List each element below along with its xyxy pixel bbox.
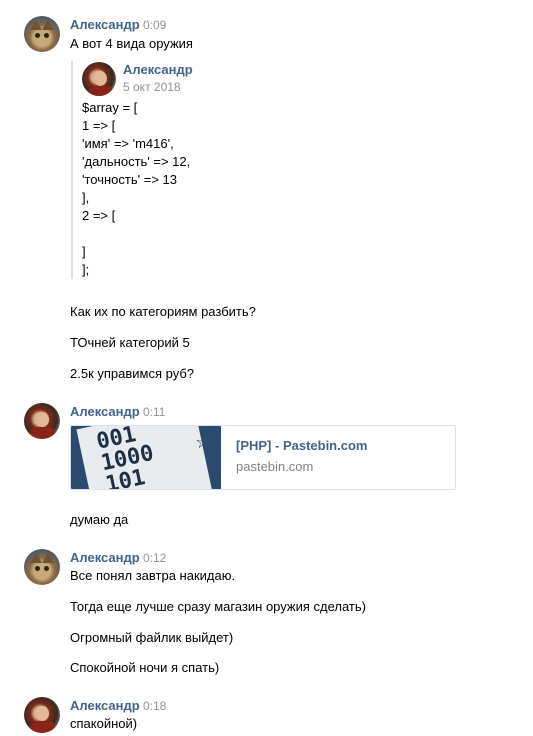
code-line: ]; xyxy=(82,262,90,277)
message-time[interactable]: 0:18 xyxy=(143,699,166,713)
code-line: 1 => [ xyxy=(82,118,116,133)
author-name[interactable]: Александр xyxy=(70,17,140,32)
message-text: Тогда еще лучше сразу магазин оружия сде… xyxy=(70,599,366,614)
message-text: Спокойной ночи я спать) xyxy=(70,660,220,675)
forward-avatar[interactable] xyxy=(82,62,116,96)
link-domain: pastebin.com xyxy=(236,459,314,474)
message-text: ТОчней категорий 5 xyxy=(70,335,190,350)
message-text: спакойной) xyxy=(70,716,138,731)
message-text: Огромный файлик выйдет) xyxy=(70,630,234,645)
star-icon: ☆ xyxy=(195,432,212,452)
code-line: ] xyxy=(82,244,86,259)
message-text: 2.5к управимся руб? xyxy=(70,366,195,381)
quote-bar xyxy=(71,61,73,279)
message-time[interactable]: 0:11 xyxy=(143,405,165,419)
message-text: А вот 4 вида оружия xyxy=(70,36,193,51)
message-text: Как их по категориям разбить? xyxy=(70,304,256,319)
author-name[interactable]: Александр xyxy=(70,698,140,713)
forward-date: 5 окт 2018 xyxy=(123,80,181,94)
link-attachment[interactable]: 001 1000 101 ☆ [PHP] - Pastebin.com past… xyxy=(70,425,456,490)
forward-author[interactable]: Александр xyxy=(123,62,193,77)
code-line: $array = [ xyxy=(82,100,138,115)
code-line: 2 => [ xyxy=(82,208,116,223)
link-title[interactable]: [PHP] - Pastebin.com xyxy=(236,438,367,453)
message-text: Все понял завтра накидаю. xyxy=(70,568,236,583)
code-line: 'имя' => 'm416', xyxy=(82,136,174,151)
message-time[interactable]: 0:09 xyxy=(143,18,166,32)
author-name[interactable]: Александр xyxy=(70,550,140,565)
avatar-cat[interactable] xyxy=(24,549,60,585)
avatar-cat[interactable] xyxy=(24,16,60,52)
code-line: 'точность' => 13 xyxy=(82,172,177,187)
avatar-person[interactable] xyxy=(24,697,60,733)
author-name[interactable]: Александр xyxy=(70,404,140,419)
link-thumbnail: 001 1000 101 ☆ xyxy=(71,426,221,489)
message-text: думаю да xyxy=(70,512,129,527)
code-line: 'дальность' => 12, xyxy=(82,154,191,169)
message-time[interactable]: 0:12 xyxy=(143,551,166,565)
avatar-person[interactable] xyxy=(24,403,60,439)
code-line: ], xyxy=(82,190,90,205)
